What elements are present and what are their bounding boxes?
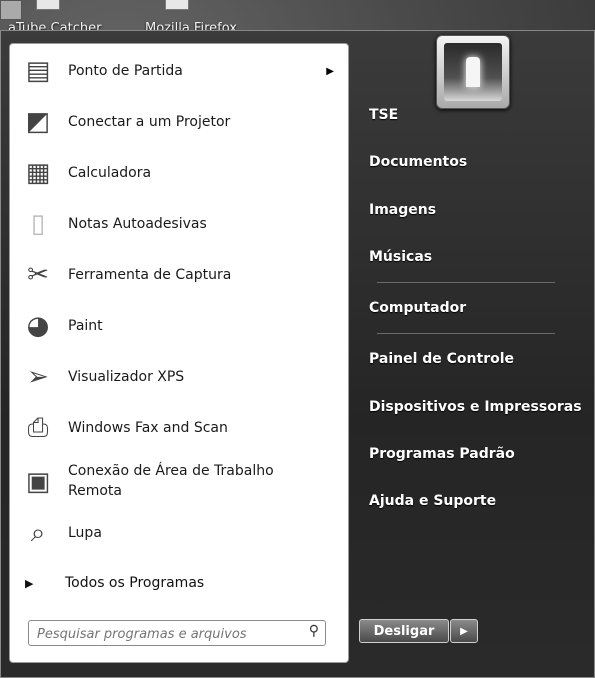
program-label: Notas Autoadesivas: [68, 216, 207, 232]
programs-pane: ▤ Ponto de Partida ▶ ◩ Conectar a um Pro…: [9, 43, 349, 663]
right-item-ajuda-suporte[interactable]: Ajuda e Suporte: [369, 493, 496, 509]
right-item-painel-controle[interactable]: Painel de Controle: [369, 351, 514, 367]
right-item-tse[interactable]: TSE: [369, 107, 398, 123]
right-item-documentos[interactable]: Documentos: [369, 154, 467, 170]
right-item-musicas[interactable]: Músicas: [369, 249, 432, 265]
user-picture[interactable]: [436, 35, 510, 109]
remote-desktop-icon: ▣: [25, 467, 51, 497]
program-label: Calculadora: [68, 165, 152, 181]
separator: [377, 333, 555, 334]
search-box[interactable]: ⚲: [28, 620, 326, 646]
program-label: Ponto de Partida: [68, 63, 183, 79]
projector-icon: ◩: [25, 107, 51, 137]
program-conectar-projetor[interactable]: ◩ Conectar a um Projetor: [10, 99, 348, 145]
program-ferramenta-captura[interactable]: ✂ Ferramenta de Captura: [10, 252, 348, 298]
firefox-icon: [165, 0, 189, 10]
program-calculadora[interactable]: ▦ Calculadora: [10, 150, 348, 196]
scissors-icon: ✂: [27, 260, 49, 290]
program-label: Paint: [68, 318, 103, 334]
program-visualizador-xps[interactable]: ➢ Visualizador XPS: [10, 354, 348, 400]
separator: [377, 282, 555, 283]
chevron-right-icon: ▶: [460, 625, 468, 637]
program-conexao-remota[interactable]: ▣ Conexão de Área de Trabalho Remota: [10, 456, 348, 508]
magnifier-icon: ⌕: [30, 517, 46, 548]
fax-icon: ⎙: [27, 412, 49, 443]
lighthouse-image: [444, 43, 502, 101]
shutdown-button[interactable]: Desligar: [359, 619, 449, 643]
shutdown-options-button[interactable]: ▶: [450, 619, 478, 643]
submenu-arrow-icon: ▶: [326, 65, 334, 77]
right-item-imagens[interactable]: Imagens: [369, 202, 436, 218]
program-ponto-de-partida[interactable]: ▤ Ponto de Partida ▶: [10, 48, 348, 94]
calculator-icon: ▦: [25, 158, 51, 188]
program-label: Windows Fax and Scan: [68, 420, 228, 436]
program-label: Conexão de Área de Trabalho Remota: [68, 461, 274, 501]
program-label-line1: Conexão de Área de Trabalho: [68, 463, 274, 479]
video-app-icon: [36, 0, 60, 10]
all-programs-label: Todos os Programas: [65, 575, 205, 591]
palette-icon: ◕: [26, 311, 50, 341]
triangle-right-icon: ▶: [25, 576, 34, 590]
all-programs-button[interactable]: ▶ Todos os Programas: [10, 566, 348, 600]
right-item-computador[interactable]: Computador: [369, 300, 466, 316]
right-item-programas-padrao[interactable]: Programas Padrão: [369, 446, 515, 462]
program-label-line2: Remota: [68, 483, 122, 499]
start-menu: ▤ Ponto de Partida ▶ ◩ Conectar a um Pro…: [0, 30, 595, 678]
right-item-dispositivos-impressoras[interactable]: Dispositivos e Impressoras: [369, 399, 582, 415]
program-label: Conectar a um Projetor: [68, 114, 231, 130]
lighthouse-icon: [466, 57, 480, 87]
getting-started-icon: ▤: [25, 56, 51, 86]
program-lupa[interactable]: ⌕ Lupa: [10, 510, 348, 556]
program-label: Visualizador XPS: [68, 369, 185, 385]
search-input[interactable]: [35, 624, 293, 644]
program-notas-autoadesivas[interactable]: ▯ Notas Autoadesivas: [10, 201, 348, 247]
xps-viewer-icon: ➢: [27, 362, 49, 392]
program-label: Lupa: [68, 525, 102, 541]
program-paint[interactable]: ◕ Paint: [10, 303, 348, 349]
search-icon[interactable]: ⚲: [309, 623, 319, 639]
sticky-notes-icon: ▯: [30, 209, 46, 239]
program-label: Ferramenta de Captura: [68, 267, 232, 283]
program-windows-fax-scan[interactable]: ⎙ Windows Fax and Scan: [10, 405, 348, 451]
